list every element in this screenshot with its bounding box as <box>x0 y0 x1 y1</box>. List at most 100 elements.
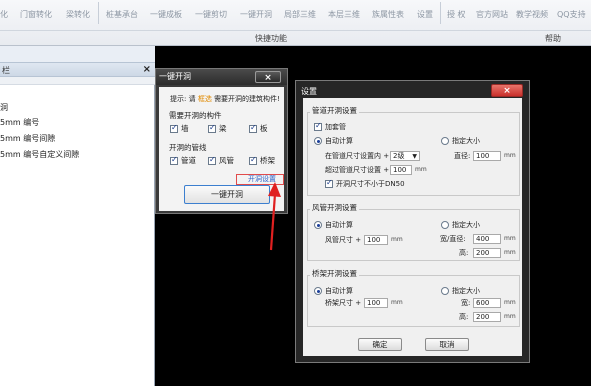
ribbon-separator <box>440 2 441 24</box>
pipe-checkbox[interactable] <box>170 155 178 165</box>
ribbon-item-one-click-opening[interactable]: 一键开洞 <box>240 8 272 22</box>
unit-label: mm <box>504 249 516 256</box>
min-dn50-checkbox[interactable] <box>325 178 333 188</box>
duct-fixed-radio[interactable] <box>441 221 449 229</box>
ribbon-item-qq-support[interactable]: QQ支持 <box>557 8 586 22</box>
close-icon[interactable]: × <box>143 63 151 76</box>
duct-size-input[interactable]: 100 <box>364 235 388 245</box>
dialog-titlebar: 一键开洞 × <box>156 69 287 85</box>
beam-checkbox[interactable] <box>208 123 216 133</box>
ok-button[interactable]: 确定 <box>358 338 402 351</box>
duct-section-title: 风管开洞设置 <box>310 203 359 213</box>
close-icon[interactable]: × <box>255 71 281 83</box>
list-item[interactable]: 5mm 编号 <box>0 116 39 129</box>
ribbon-item-beam-convert[interactable]: 梁转化 <box>66 8 90 22</box>
ribbon-item-family-properties[interactable]: 族属性表 <box>372 8 404 22</box>
unit-label: mm <box>504 299 516 306</box>
one-click-opening-button[interactable]: 一键开洞 <box>184 185 270 204</box>
ribbon-item-floor-3d[interactable]: 本层三维 <box>328 8 360 22</box>
ribbon-group-help: 帮助 <box>545 34 561 43</box>
left-panel-toolbar <box>0 77 155 85</box>
cancel-button[interactable]: 取消 <box>425 338 469 351</box>
casing-label: 加套管 <box>325 123 346 131</box>
ribbon-group-quick-functions: 快捷功能 <box>255 34 287 43</box>
hint-text: 提示: 请 框选 需要开洞的建筑构件! <box>170 94 280 104</box>
tray-height-label: 高: <box>459 313 469 321</box>
duct-label: 风管 <box>219 156 234 165</box>
wall-checkbox[interactable] <box>170 123 178 133</box>
cable-tray-checkbox[interactable] <box>249 155 257 165</box>
slab-label: 板 <box>260 124 268 133</box>
unit-label: mm <box>391 236 403 243</box>
list-item[interactable]: 洞 <box>0 101 8 114</box>
left-panel: 栏 × 洞 5mm 编号 5mm 编号间隙 5mm 编号自定义间隙 <box>0 46 155 386</box>
duct-auto-radio[interactable] <box>314 221 322 229</box>
dialog-title: 一键开洞 <box>159 72 191 81</box>
left-panel-title: 栏 <box>2 66 10 75</box>
tray-fixed-label: 指定大小 <box>452 287 480 295</box>
diameter-input[interactable]: 100 <box>473 151 501 161</box>
unit-label: mm <box>504 235 516 242</box>
dialog-title: 设置 <box>301 87 317 96</box>
duct-width-label: 宽/直径: <box>440 235 466 243</box>
ribbon-item-one-click-slab[interactable]: 一键成板 <box>150 8 182 22</box>
pipe-auto-radio[interactable] <box>314 137 322 145</box>
ribbon-item-license[interactable]: 授 权 <box>447 8 466 22</box>
size-within-label: 在管道尺寸设置内 + <box>325 152 390 160</box>
diameter-label: 直径: <box>454 152 471 160</box>
tray-size-input[interactable]: 100 <box>364 298 388 308</box>
tray-size-label: 桥架尺寸 + <box>325 299 362 307</box>
chevron-down-icon: ▼ <box>412 153 417 160</box>
tray-height-input[interactable]: 200 <box>473 312 501 322</box>
tray-auto-radio[interactable] <box>314 287 322 295</box>
ribbon-item-convert[interactable]: 化 <box>0 8 8 22</box>
ribbon-divider <box>0 30 591 31</box>
tray-auto-label: 自动计算 <box>325 287 353 295</box>
size-beyond-input[interactable]: 100 <box>390 165 412 175</box>
hint-highlight: 框选 <box>197 95 212 103</box>
hint-prefix: 提示: 请 <box>170 95 196 103</box>
left-panel-titlebar: 栏 × <box>0 62 155 77</box>
ribbon-item-website[interactable]: 官方网站 <box>476 8 508 22</box>
min-dn50-label: 开洞尺寸不小于DN50 <box>336 180 405 188</box>
tray-fixed-radio[interactable] <box>441 287 449 295</box>
ribbon-separator <box>98 2 99 24</box>
ribbon-item-pile-cap[interactable]: 桩基承台 <box>106 8 138 22</box>
size-beyond-label: 超过管道尺寸设置 + <box>325 166 390 174</box>
duct-size-label: 风管尺寸 + <box>325 236 362 244</box>
unit-label: mm <box>391 299 403 306</box>
duct-width-input[interactable]: 400 <box>473 234 501 244</box>
pipe-fixed-label: 指定大小 <box>452 137 480 145</box>
ribbon-toolbar: 化 门窗转化 梁转化 桩基承台 一键成板 一键剪切 一键开洞 局部三维 本层三维… <box>0 0 591 46</box>
hint-suffix: 需要开洞的建筑构件! <box>214 95 280 103</box>
annotation-arrow-icon <box>268 182 281 251</box>
size-within-value: 2级 <box>393 152 405 160</box>
casing-checkbox[interactable] <box>314 121 322 131</box>
duct-height-input[interactable]: 200 <box>473 248 501 258</box>
size-within-select[interactable]: 2级 ▼ <box>390 151 420 161</box>
pipe-auto-label: 自动计算 <box>325 137 353 145</box>
pipes-group-label: 开洞的管线 <box>169 143 207 152</box>
duct-checkbox[interactable] <box>208 155 216 165</box>
beam-label: 梁 <box>219 124 227 133</box>
tray-section-title: 桥架开洞设置 <box>310 269 359 279</box>
unit-label: mm <box>415 166 427 173</box>
pipe-label: 管道 <box>181 156 196 165</box>
close-icon[interactable]: × <box>491 84 523 97</box>
tray-width-input[interactable]: 600 <box>473 298 501 308</box>
list-item[interactable]: 5mm 编号自定义间隙 <box>0 148 79 161</box>
duct-height-label: 高: <box>459 249 469 257</box>
pipe-fixed-radio[interactable] <box>441 137 449 145</box>
ribbon-item-tutorial-video[interactable]: 教学视频 <box>516 8 548 22</box>
components-group-label: 需要开洞的构件 <box>169 111 222 120</box>
ribbon-item-settings[interactable]: 设置 <box>417 8 433 22</box>
tray-width-label: 宽: <box>461 299 471 307</box>
cable-tray-label: 桥架 <box>260 156 275 165</box>
slab-checkbox[interactable] <box>249 123 257 133</box>
ribbon-item-door-window-convert[interactable]: 门窗转化 <box>20 8 52 22</box>
unit-label: mm <box>504 313 516 320</box>
ribbon-item-one-click-cut[interactable]: 一键剪切 <box>195 8 227 22</box>
unit-label: mm <box>504 152 516 159</box>
list-item[interactable]: 5mm 编号间隙 <box>0 132 55 145</box>
ribbon-item-local-3d[interactable]: 局部三维 <box>284 8 316 22</box>
